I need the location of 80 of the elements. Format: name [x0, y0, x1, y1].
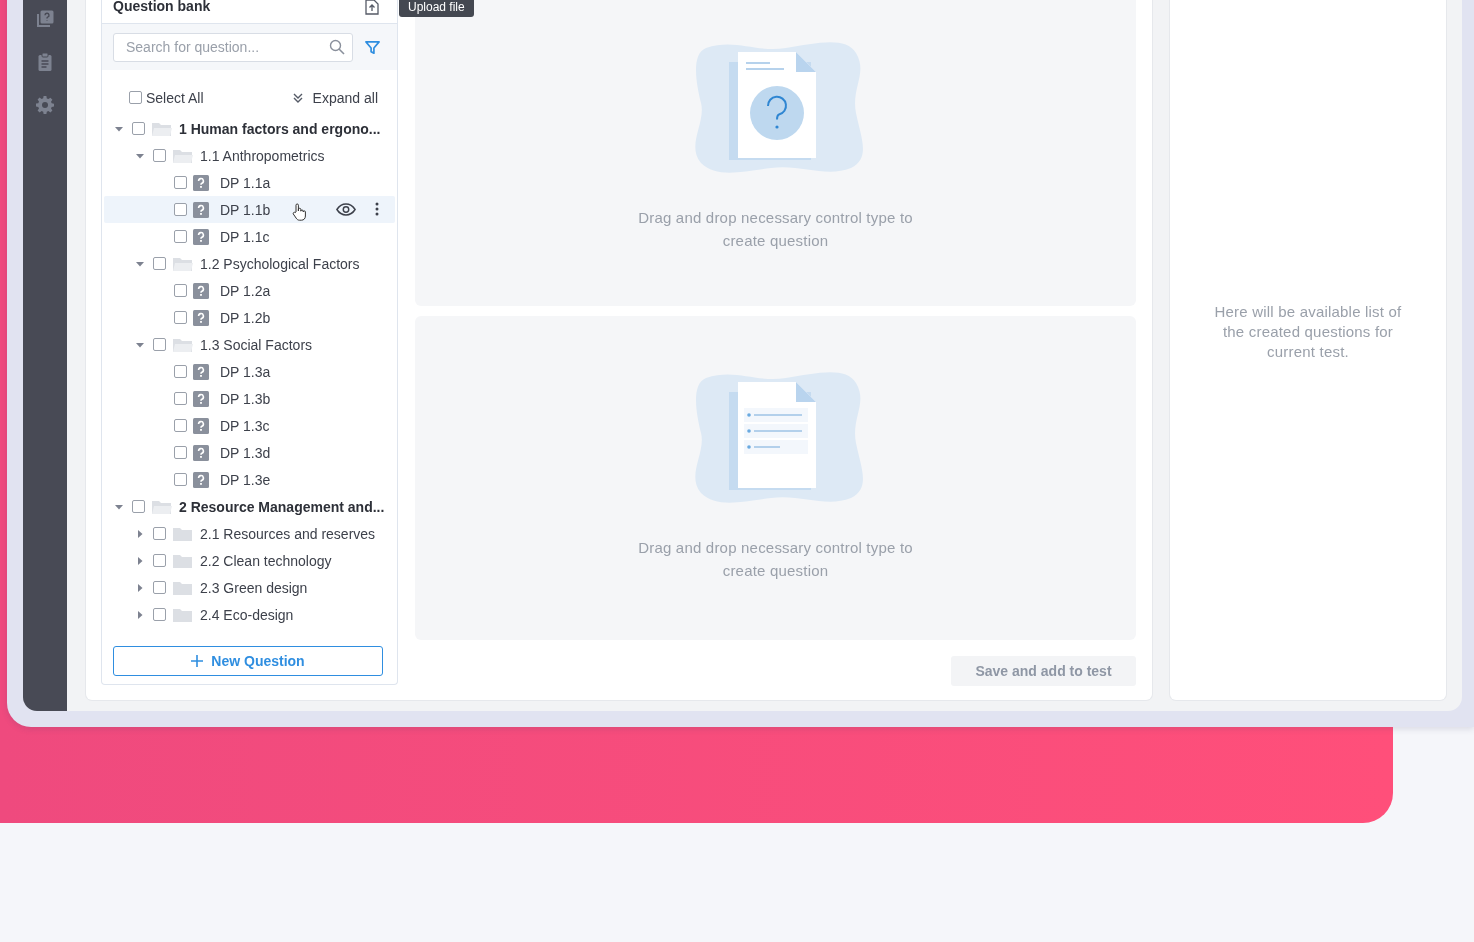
- checkbox[interactable]: [174, 392, 187, 405]
- caret-icon[interactable]: [135, 582, 145, 593]
- question-icon: [193, 390, 209, 407]
- checkbox[interactable]: [132, 122, 145, 135]
- upload-file-icon[interactable]: [365, 0, 379, 15]
- folder-icon: [173, 526, 193, 541]
- checkbox[interactable]: [174, 284, 187, 297]
- checkbox[interactable]: [132, 500, 145, 513]
- drop-hint: Drag and drop necessary control type to create question: [637, 538, 914, 581]
- folder-item[interactable]: 2.1 Resources and reserves: [104, 520, 395, 547]
- search-field[interactable]: Search for question...: [113, 32, 353, 62]
- plus-icon: [191, 655, 204, 667]
- folder-item[interactable]: 1.1 Anthropometrics: [104, 142, 395, 169]
- question-item[interactable]: DP 1.1b: [104, 196, 395, 223]
- checkbox[interactable]: [174, 230, 187, 243]
- question-icon: [193, 471, 209, 488]
- double-chevron-icon: [291, 91, 304, 104]
- question-icon: [193, 228, 209, 245]
- folder-item[interactable]: 1.3 Social Factors: [104, 331, 395, 358]
- question-item[interactable]: DP 1.2a: [104, 277, 395, 304]
- open-folder-icon: [152, 121, 172, 136]
- question-item[interactable]: DP 1.3b: [104, 385, 395, 412]
- question-item[interactable]: DP 1.2b: [104, 304, 395, 331]
- caret-icon[interactable]: [135, 555, 145, 566]
- folder-icon: [173, 580, 193, 595]
- question-item[interactable]: DP 1.1c: [104, 223, 395, 250]
- checkbox[interactable]: [174, 419, 187, 432]
- expand-all-button[interactable]: Expand all: [291, 89, 378, 106]
- question-stack-icon[interactable]: [35, 9, 55, 29]
- question-icon: [193, 363, 209, 380]
- checkbox[interactable]: [153, 338, 166, 351]
- caret-icon[interactable]: [135, 528, 145, 539]
- checkbox[interactable]: [153, 554, 166, 567]
- caret-icon[interactable]: [135, 609, 145, 620]
- folder-item[interactable]: 2.3 Green design: [104, 574, 395, 601]
- open-folder-icon: [173, 256, 193, 271]
- folder-item[interactable]: 2.4 Eco-design: [104, 601, 395, 628]
- checkbox[interactable]: [153, 527, 166, 540]
- hand-cursor-icon: [292, 203, 306, 221]
- checkbox[interactable]: [174, 176, 187, 189]
- filter-icon[interactable]: [365, 39, 380, 55]
- question-item[interactable]: DP 1.3c: [104, 412, 395, 439]
- tooltip: Upload file: [399, 0, 474, 17]
- search-icon[interactable]: [329, 38, 345, 55]
- open-folder-icon: [173, 337, 193, 352]
- folder-item[interactable]: 1.2 Psychological Factors: [104, 250, 395, 277]
- question-item[interactable]: DP 1.3d: [104, 439, 395, 466]
- open-folder-icon: [173, 148, 193, 163]
- checkbox[interactable]: [174, 365, 187, 378]
- question-item[interactable]: DP 1.1a: [104, 169, 395, 196]
- question-icon: [193, 309, 209, 326]
- question-item[interactable]: DP 1.3e: [104, 466, 395, 493]
- checkbox[interactable]: [174, 473, 187, 486]
- eye-icon[interactable]: [336, 203, 356, 216]
- drop-hint: Drag and drop necessary control type to create question: [637, 208, 914, 251]
- checkbox[interactable]: [153, 149, 166, 162]
- panel-title: Question bank: [113, 0, 211, 14]
- empty-list-hint: Here will be available list of the created questions for current test.: [1214, 302, 1402, 362]
- folder-item[interactable]: 2.2 Clean technology: [104, 547, 395, 574]
- question-icon: [193, 282, 209, 299]
- checkbox[interactable]: [153, 581, 166, 594]
- settings-icon[interactable]: [35, 95, 55, 115]
- question-icon: [193, 174, 209, 191]
- checkbox[interactable]: [174, 203, 187, 216]
- question-icon: [193, 201, 209, 218]
- folder-icon: [173, 553, 193, 568]
- checkbox[interactable]: [153, 257, 166, 270]
- question-icon: [193, 417, 209, 434]
- question-item[interactable]: DP 1.3a: [104, 358, 395, 385]
- more-options-icon[interactable]: [375, 202, 379, 216]
- question-icon: [193, 444, 209, 461]
- folder-icon: [173, 607, 193, 622]
- folder-item[interactable]: 1 Human factors and ergono...: [104, 115, 395, 142]
- select-all-checkbox[interactable]: Select All: [129, 89, 204, 106]
- checkbox[interactable]: [174, 311, 187, 324]
- checkbox[interactable]: [153, 608, 166, 621]
- clipboard-icon[interactable]: [35, 52, 55, 72]
- checkbox[interactable]: [174, 446, 187, 459]
- open-folder-icon: [152, 499, 172, 514]
- folder-item[interactable]: 2 Resource Management and...: [104, 493, 395, 520]
